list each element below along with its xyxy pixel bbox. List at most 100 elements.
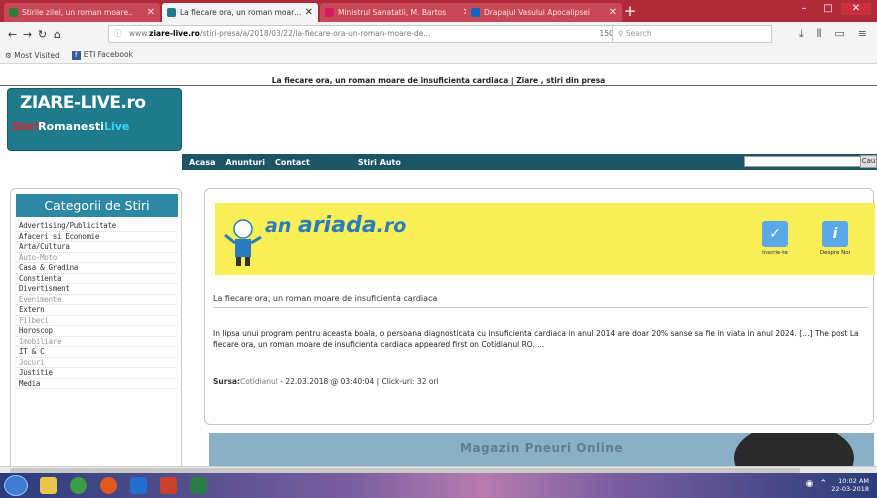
download-icon[interactable]: ⤓ (799, 27, 804, 41)
category-item[interactable]: Horoscop (16, 326, 178, 337)
source-name[interactable]: Cotidianul (240, 377, 278, 386)
article-body: In lipsa unui program pentru aceasta boa… (213, 329, 859, 349)
outlook-icon[interactable] (130, 477, 147, 494)
category-item[interactable]: Media (16, 379, 178, 389)
browser-tab[interactable]: Ministrul Sanatatii, M. Bartos ✕ (320, 3, 476, 22)
facebook-icon: f (71, 51, 81, 60)
windows-taskbar: ◉ ⌃ 10:02 AM 22-03-2018 (0, 473, 877, 498)
tab-close-icon[interactable]: ✕ (147, 7, 155, 18)
chrome-icon[interactable] (70, 477, 87, 494)
about-link[interactable]: i Despre Noi (815, 221, 855, 271)
menu-icon[interactable]: ≡ (858, 27, 867, 41)
menu-item-anunturi[interactable]: Anunturi (226, 158, 265, 167)
gear-icon: ⚙ (5, 50, 15, 60)
browser-tab-bar: Stirile zilei, un roman moare.. ✕ La fie… (0, 0, 877, 22)
browser-tab[interactable]: Drapajul Vasului Apocalipsei ✕ (466, 3, 622, 22)
category-item[interactable]: Casa & Gradina (16, 263, 178, 274)
banner-anuntariada[interactable]: an ariada.ro ✓ Inscrie-te i Despre Noi (215, 203, 875, 275)
url-bar[interactable]: ⓘ www.ziare-live.ro/stiri-presa/a/2018/0… (108, 25, 628, 43)
info-icon[interactable]: ⓘ (114, 26, 122, 42)
category-item[interactable]: Afaceri si Economie (16, 232, 178, 242)
browser-search-input[interactable]: ⚲ Search (612, 25, 772, 43)
minimize-button[interactable]: – (793, 3, 815, 15)
tab-favicon-icon (471, 8, 480, 17)
ad-banner[interactable]: Magazin Pneuri Online (209, 433, 874, 466)
tab-label: La fiecare ora, un roman moare de... (180, 8, 302, 17)
tab-label: Drapajul Vasului Apocalipsei (484, 8, 590, 17)
category-item[interactable]: Extern (16, 305, 178, 316)
logo-text: ZIARE-LIVE.ro (20, 93, 146, 113)
start-button[interactable] (4, 475, 28, 496)
tray-icons: ◉ ⌃ (806, 479, 827, 489)
category-item[interactable]: Auto-Moto (16, 253, 178, 263)
category-item[interactable]: Divertisment (16, 284, 178, 295)
site-search-button[interactable]: Cau (860, 155, 877, 168)
excel-icon[interactable] (190, 477, 207, 494)
mascot-icon (224, 219, 262, 266)
bookmark-facebook[interactable]: f ETI Facebook (71, 50, 133, 60)
clicks-label: Click-uri: (381, 377, 415, 386)
category-item[interactable]: Evenimente (16, 295, 178, 305)
sidebar-icon[interactable]: ▭ (834, 27, 844, 41)
maximize-button[interactable]: □ (817, 3, 839, 15)
menu-item-stiri-auto[interactable]: Stiri Auto (358, 158, 401, 167)
category-item[interactable]: IT & C (16, 347, 178, 358)
category-item[interactable]: Imobiliare (16, 337, 178, 347)
register-link[interactable]: ✓ Inscrie-te (755, 221, 795, 271)
category-item[interactable]: Arta/Cultura (16, 242, 178, 253)
tab-label: Stirile zilei, un roman moare.. (22, 8, 133, 17)
tab-label: Ministrul Sanatatii, M. Bartos (338, 8, 447, 17)
firefox-icon[interactable] (100, 477, 117, 494)
site-logo[interactable]: ZIARE-LIVE.ro StiriRomanestiLive (7, 88, 182, 151)
url-prefix: www. (129, 29, 150, 38)
new-tab-button[interactable]: + (620, 3, 640, 20)
site-search-input[interactable] (744, 156, 862, 167)
chevron-up-icon[interactable]: ⌃ (819, 479, 827, 489)
menu-item-acasa[interactable]: Acasa (189, 158, 216, 167)
explorer-icon[interactable] (40, 477, 57, 494)
category-item[interactable]: Filbeci (16, 316, 178, 326)
menu-item-contact[interactable]: Contact (275, 158, 310, 167)
header-divider (0, 85, 877, 86)
bookmark-most-visited[interactable]: ⚙ Most Visited (5, 51, 60, 60)
category-item[interactable]: Jocuri (16, 358, 178, 368)
browser-tab-active[interactable]: La fiecare ora, un roman moare de... ✕ (162, 3, 318, 22)
url-domain: ziare-live.ro (149, 29, 200, 38)
banner-brand: an ariada.ro (265, 213, 407, 238)
category-sidebar: Categorii de Stiri Advertising/Publicita… (10, 188, 182, 466)
forward-icon[interactable]: → (20, 28, 35, 41)
article-panel: an ariada.ro ✓ Inscrie-te i Despre Noi L… (204, 188, 875, 425)
close-window-button[interactable]: ✕ (841, 3, 871, 15)
page-viewport: La fiecare ora, un roman moare de insufi… (0, 64, 877, 466)
network-icon[interactable]: ◉ (806, 479, 814, 489)
page-title: La fiecare ora, un roman moare de insufi… (271, 76, 606, 85)
article-title[interactable]: La fiecare ora, un roman moare de insufi… (213, 294, 437, 303)
search-placeholder: Search (625, 29, 652, 38)
main-menu: Acasa Anunturi Contact Stiri Auto Cau (182, 154, 877, 170)
category-list: Advertising/Publicitate Afaceri si Econom… (16, 221, 178, 389)
powerpoint-icon[interactable] (160, 477, 177, 494)
reload-icon[interactable]: ↻ (35, 28, 50, 41)
window-controls: – □ ✕ (793, 3, 871, 15)
article-date: - 22.03.2018 @ 03:40:04 | (277, 377, 382, 386)
tab-favicon-icon (167, 8, 176, 17)
info-icon: i (822, 221, 848, 247)
search-icon: ⚲ (618, 29, 626, 38)
tab-favicon-icon (325, 8, 334, 17)
horizontal-scrollbar[interactable] (0, 466, 877, 473)
library-icon[interactable]: ⫴ (817, 27, 822, 41)
browser-tab[interactable]: Stirile zilei, un roman moare.. ✕ (4, 3, 160, 22)
tab-close-icon[interactable]: ✕ (305, 7, 313, 18)
back-icon[interactable]: ← (5, 28, 20, 41)
bookmarks-bar: ⚙ Most Visited f ETI Facebook (0, 47, 877, 64)
browser-nav-bar: ← → ↻ ⌂ ⓘ www.ziare-live.ro/stiri-presa/… (0, 22, 877, 47)
clock[interactable]: 10:02 AM 22-03-2018 (831, 477, 869, 493)
home-icon[interactable]: ⌂ (50, 28, 65, 41)
article-divider (213, 307, 868, 308)
category-item[interactable]: Justitie (16, 368, 178, 379)
category-item[interactable]: Constienta (16, 274, 178, 284)
tab-close-icon[interactable]: ✕ (609, 7, 617, 18)
category-item[interactable]: Advertising/Publicitate (16, 221, 178, 232)
tab-favicon-icon (9, 8, 18, 17)
sidebar-title: Categorii de Stiri (16, 194, 178, 217)
